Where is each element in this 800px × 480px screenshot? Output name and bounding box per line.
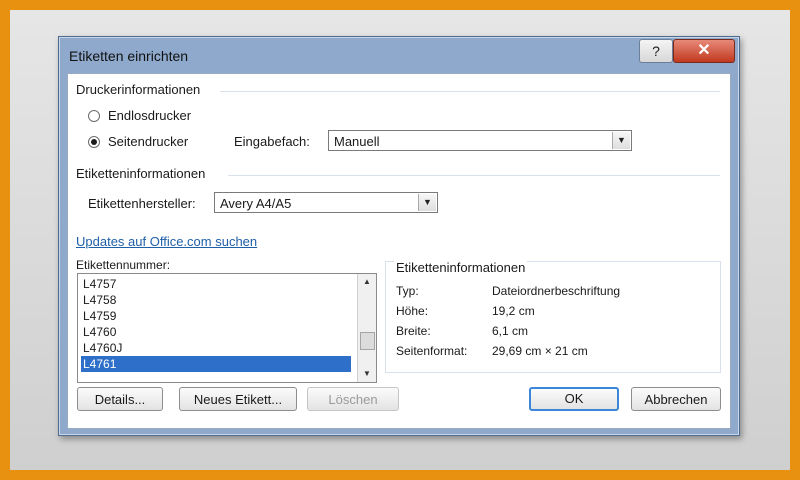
endless-printer-radio[interactable] [88,110,100,122]
width-key: Breite: [396,324,431,338]
title-bar[interactable]: Etiketten einrichten ? ✕ [59,37,739,73]
vendor-label: Etikettenhersteller: [88,196,196,211]
width-value: 6,1 cm [492,324,529,338]
help-button[interactable]: ? [639,39,673,63]
type-key: Typ: [396,284,419,298]
scroll-thumb[interactable] [360,332,375,350]
chevron-down-icon[interactable]: ▼ [612,132,630,149]
tray-label: Eingabefach: [234,134,310,149]
vendor-dropdown[interactable]: Avery A4/A5 ▼ [214,192,438,213]
list-item-selected[interactable]: L4761 [81,356,351,372]
details-panel-title: Etiketteninformationen [394,260,528,275]
product-number-list[interactable]: L4757 L4758 L4759 L4760 L4760J L4761 ▲ ▼ [77,273,377,383]
ok-button[interactable]: OK [529,387,619,411]
page-printer-label[interactable]: Seitendrucker [108,134,188,149]
page-size-value: 29,69 cm × 21 cm [492,344,588,358]
details-button[interactable]: Details... [77,387,163,411]
product-number-label: Etikettennummer: [76,258,171,272]
help-icon: ? [652,43,660,59]
list-item[interactable]: L4760J [81,340,351,356]
printer-group-label: Druckerinformationen [76,82,201,97]
scroll-down-icon[interactable]: ▼ [358,366,376,382]
updates-link[interactable]: Updates auf Office.com suchen [76,234,257,249]
list-item[interactable]: L4760 [81,324,351,340]
list-item[interactable]: L4758 [81,292,351,308]
endless-printer-label[interactable]: Endlosdrucker [108,108,191,123]
new-label-button[interactable]: Neues Etikett... [179,387,297,411]
close-icon: ✕ [697,42,711,59]
scroll-up-icon[interactable]: ▲ [358,274,376,290]
tray-dropdown[interactable]: Manuell ▼ [328,130,632,151]
window-title: Etiketten einrichten [69,48,189,64]
list-item[interactable]: L4759 [81,308,351,324]
delete-button: Löschen [307,387,399,411]
height-key: Höhe: [396,304,429,318]
close-button[interactable]: ✕ [673,39,735,63]
list-scrollbar[interactable]: ▲ ▼ [357,274,376,382]
page-printer-radio[interactable] [88,136,100,148]
printer-group-divider [220,91,720,92]
page-size-key: Seitenformat: [396,344,468,358]
height-value: 19,2 cm [492,304,535,318]
label-details-panel: Etiketteninformationen Typ: Dateiordnerb… [385,260,721,373]
type-value: Dateiordnerbeschriftung [492,284,621,298]
tray-value: Manuell [334,134,380,149]
labels-dialog: Etiketten einrichten ? ✕ Druckerinformat… [58,36,740,436]
list-item[interactable]: L4757 [81,276,351,292]
cancel-button[interactable]: Abbrechen [631,387,721,411]
labelinfo-group-divider [228,175,720,176]
chevron-down-icon[interactable]: ▼ [418,194,436,211]
labelinfo-group-label: Etiketteninformationen [76,166,206,181]
vendor-value: Avery A4/A5 [220,196,292,211]
